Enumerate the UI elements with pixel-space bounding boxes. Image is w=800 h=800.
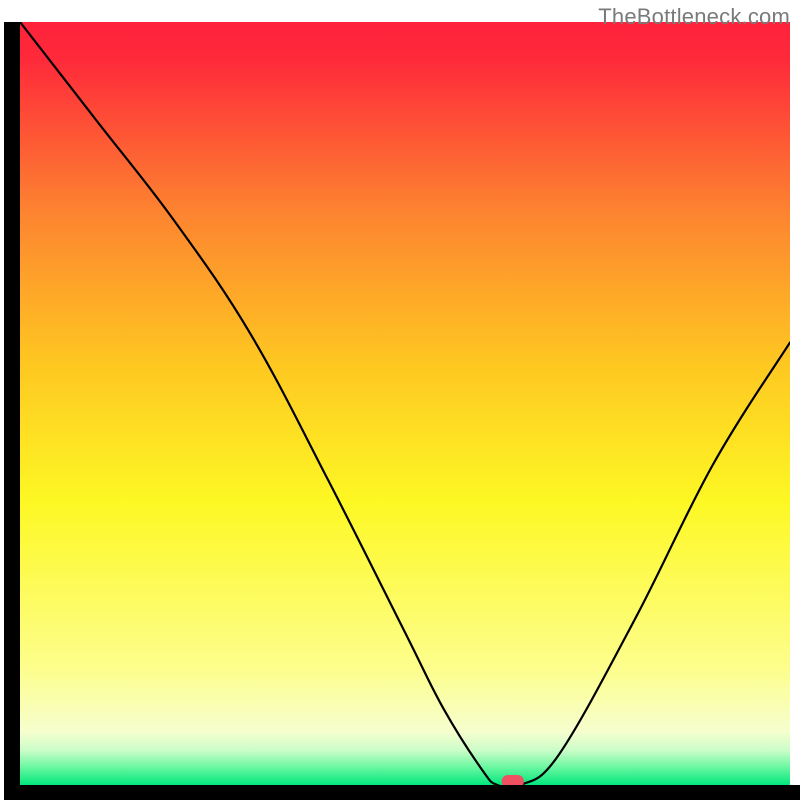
gradient-background bbox=[20, 22, 790, 785]
bottleneck-chart bbox=[0, 0, 800, 800]
watermark-label: TheBottleneck.com bbox=[598, 4, 790, 30]
chart-viewport: TheBottleneck.com bbox=[0, 0, 800, 800]
